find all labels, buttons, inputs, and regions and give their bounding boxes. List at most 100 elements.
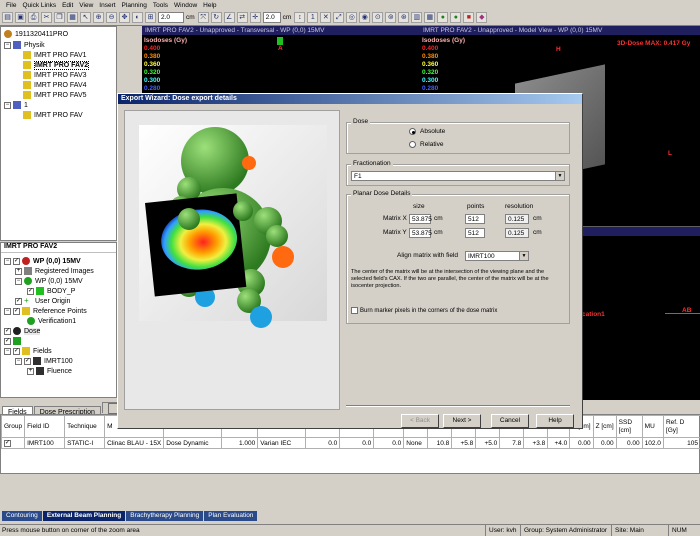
view-d-icon[interactable]: ⊚: [385, 12, 396, 23]
tree-item-refpoints[interactable]: −✓Reference Points: [4, 306, 87, 316]
checkbox[interactable]: ✓: [13, 258, 20, 265]
collapse-icon[interactable]: −: [4, 348, 11, 355]
menu-item[interactable]: Window: [174, 2, 197, 9]
collapse-icon[interactable]: −: [4, 42, 11, 49]
zoom-out-icon[interactable]: ⊖: [106, 12, 117, 23]
tree-item-physik[interactable]: −Physik: [4, 40, 45, 50]
cancel-button[interactable]: Cancel: [491, 414, 529, 428]
translate-icon[interactable]: ⇄: [237, 12, 248, 23]
absolute-radio[interactable]: [409, 128, 416, 135]
col-z[interactable]: Z [cm]: [593, 416, 616, 438]
tab-external-beam[interactable]: External Beam Planning: [43, 511, 125, 521]
collapse-icon[interactable]: −: [4, 308, 11, 315]
chevron-down-icon[interactable]: ▼: [555, 172, 564, 180]
tree-item-body[interactable]: ✓BODY_P: [27, 286, 75, 296]
number-icon[interactable]: 1: [307, 12, 318, 23]
cube-icon[interactable]: ■: [463, 12, 474, 23]
menu-item[interactable]: Insert: [99, 2, 115, 9]
collapse-icon[interactable]: −: [4, 102, 11, 109]
move-icon[interactable]: ⤧: [198, 12, 209, 23]
print-icon[interactable]: ⎙: [28, 12, 39, 23]
matrix-y-size-input[interactable]: 53.875: [409, 228, 431, 238]
view-a-icon[interactable]: ◎: [346, 12, 357, 23]
tab-contouring[interactable]: Contouring: [2, 511, 42, 521]
col-mu[interactable]: MU: [642, 416, 663, 438]
help-button[interactable]: Help: [536, 414, 574, 428]
slice-field[interactable]: 2.0: [263, 12, 281, 23]
matrix-x-points-input[interactable]: 512: [465, 214, 485, 224]
angle-icon[interactable]: ∠: [224, 12, 235, 23]
collapse-icon[interactable]: −: [15, 358, 22, 365]
tree-item-origin[interactable]: ✓+User Origin: [15, 296, 70, 306]
chevron-down-icon[interactable]: ▼: [519, 252, 528, 260]
globe-icon[interactable]: ●: [437, 12, 448, 23]
col-ref-dose[interactable]: Ref. D [Gy]: [663, 416, 700, 438]
align-select[interactable]: IMRT100▼: [465, 251, 529, 261]
menu-item[interactable]: Help: [203, 2, 216, 9]
tab-plan-evaluation[interactable]: Plan Evaluation: [204, 511, 257, 521]
checkbox[interactable]: ✓: [4, 328, 11, 335]
expand-icon[interactable]: +: [15, 268, 22, 275]
burn-marker-option[interactable]: Burn marker pixels in the corners of the…: [351, 307, 497, 314]
menu-item[interactable]: Edit: [62, 2, 73, 9]
relative-option[interactable]: Relative: [409, 141, 443, 148]
tree-item-fav3[interactable]: IMRT PRO FAV3: [23, 70, 87, 80]
layout-icon[interactable]: ▥: [411, 12, 422, 23]
view-b-icon[interactable]: ◉: [359, 12, 370, 23]
tree-item-fluence[interactable]: +Fluence: [27, 366, 72, 376]
tree-item-fields[interactable]: −✓Fields: [4, 346, 52, 356]
rotate-icon[interactable]: ↻: [211, 12, 222, 23]
zoom-in-icon[interactable]: ⊕: [93, 12, 104, 23]
relative-radio[interactable]: [409, 141, 416, 148]
menu-item[interactable]: Planning: [122, 2, 147, 9]
tree-root[interactable]: 1911320411PRO: [4, 29, 68, 39]
tab-brachytherapy[interactable]: Brachytherapy Planning: [126, 511, 203, 521]
tree-item-fav[interactable]: IMRT PRO FAV: [23, 110, 83, 120]
tree-item-registered[interactable]: +Registered Images: [15, 266, 94, 276]
crosshair-icon[interactable]: ✛: [250, 12, 261, 23]
zoom-field[interactable]: 2.0: [158, 12, 184, 23]
checkbox[interactable]: ✓: [24, 358, 31, 365]
pan-icon[interactable]: ✥: [119, 12, 130, 23]
collapse-icon[interactable]: −: [15, 278, 22, 285]
checkbox[interactable]: ✓: [13, 308, 20, 315]
menu-item[interactable]: File: [6, 2, 16, 9]
tree-item-verification[interactable]: Verification1: [27, 316, 76, 326]
back-button[interactable]: < Back: [401, 414, 439, 428]
fractionation-select[interactable]: F1▼: [351, 171, 565, 181]
cell-group[interactable]: ✓: [2, 438, 25, 449]
save-icon[interactable]: ▣: [15, 12, 26, 23]
burn-marker-checkbox[interactable]: [351, 307, 358, 314]
step-icon[interactable]: ↕: [294, 12, 305, 23]
orient-icon[interactable]: ⤢: [333, 12, 344, 23]
paste-icon[interactable]: ▦: [67, 12, 78, 23]
tree-item-wp2[interactable]: −WP (0,0) 15MV: [15, 276, 83, 286]
open-icon[interactable]: ▤: [2, 12, 13, 23]
tree-item-wp[interactable]: −✓WP (0,0) 15MV: [4, 256, 81, 266]
menu-item[interactable]: View: [79, 2, 93, 9]
matrix-x-size-input[interactable]: 53.875: [409, 214, 431, 224]
collapse-icon[interactable]: −: [4, 258, 11, 265]
deselect-icon[interactable]: ✕: [320, 12, 331, 23]
measure-icon[interactable]: ⊞: [145, 12, 156, 23]
palette-icon[interactable]: ◆: [476, 12, 487, 23]
tree-item-fav5[interactable]: IMRT PRO FAV5: [23, 90, 87, 100]
col-technique[interactable]: Technique: [65, 416, 105, 438]
menu-item[interactable]: Tools: [153, 2, 168, 9]
cursor-icon[interactable]: ↖: [80, 12, 91, 23]
checkbox[interactable]: ✓: [15, 298, 22, 305]
expand-icon[interactable]: +: [27, 368, 34, 375]
checkbox[interactable]: ✓: [4, 440, 11, 447]
checkbox[interactable]: ✓: [4, 338, 11, 345]
col-field-id[interactable]: Field ID: [25, 416, 65, 438]
menu-item[interactable]: Quick Links: [22, 2, 56, 9]
copy-icon[interactable]: ❐: [54, 12, 65, 23]
window-level-icon[interactable]: ◐: [132, 12, 143, 23]
tree-item-dose[interactable]: ✓Dose: [4, 326, 40, 336]
view-c-icon[interactable]: ⊙: [372, 12, 383, 23]
checkbox[interactable]: ✓: [13, 348, 20, 355]
col-group[interactable]: Group: [2, 416, 25, 438]
tree-item-imrt100[interactable]: −✓IMRT100: [15, 356, 73, 366]
transversal-viewport[interactable]: IMRT PRO FAV2 - Unapproved - Transversal…: [142, 26, 420, 96]
absolute-option[interactable]: Absolute: [409, 128, 445, 135]
